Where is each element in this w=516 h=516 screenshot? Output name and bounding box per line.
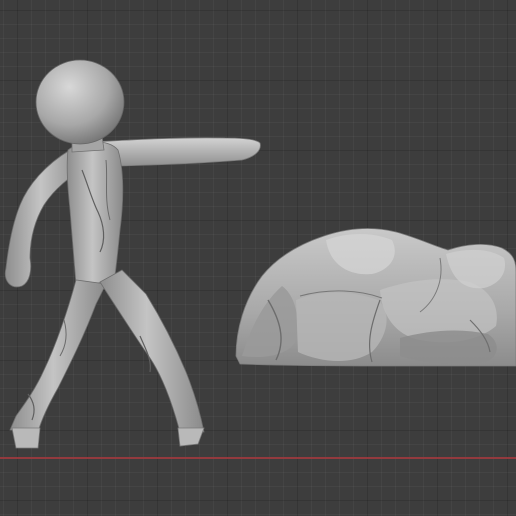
stick-figure-mesh[interactable] [4, 59, 261, 449]
scene-objects [4, 59, 516, 449]
figure-left-foot [11, 427, 41, 449]
figure-torso [66, 141, 124, 285]
figure-right-leg [99, 269, 205, 433]
rock-mesh[interactable] [235, 228, 516, 367]
figure-right-foot [177, 427, 205, 447]
figure-left-leg [9, 279, 107, 433]
figure-head [35, 59, 125, 145]
3d-viewport[interactable] [0, 0, 516, 516]
